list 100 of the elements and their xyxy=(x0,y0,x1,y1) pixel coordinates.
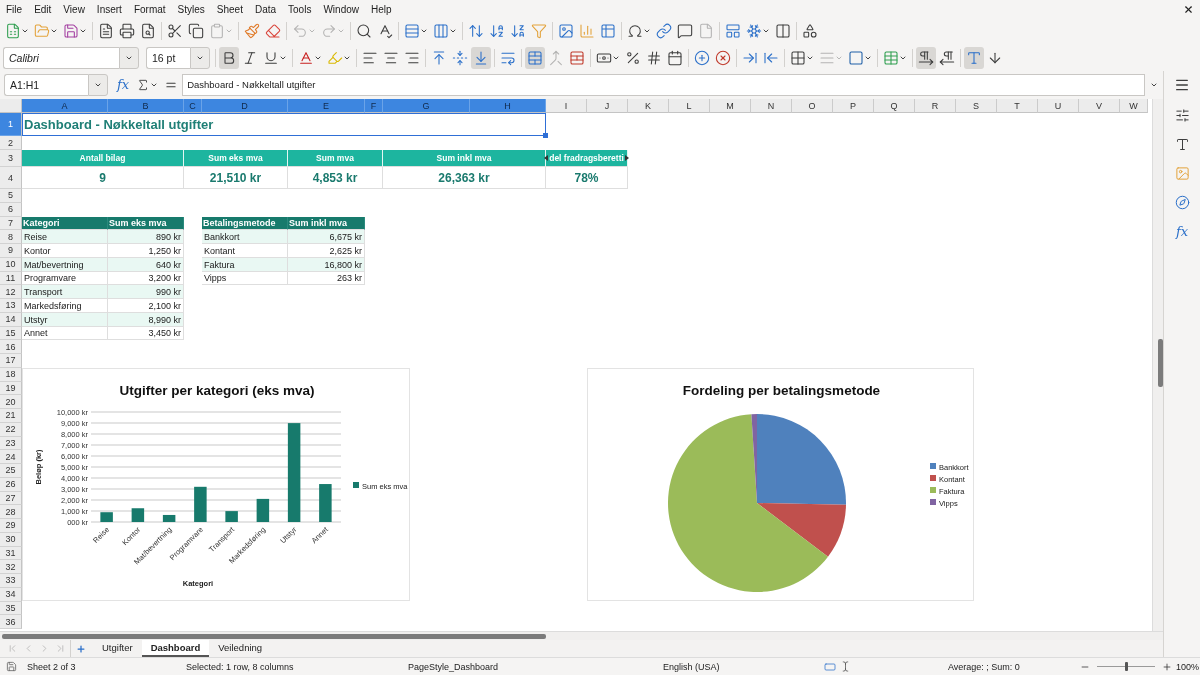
column-header[interactable]: F xyxy=(365,99,383,113)
text-direction-button[interactable] xyxy=(964,46,984,69)
functions-button[interactable]: fx xyxy=(1173,221,1191,241)
shapes-icon xyxy=(802,23,818,39)
selection-handle[interactable] xyxy=(543,133,548,138)
highlighter-icon xyxy=(327,49,343,66)
row-header[interactable]: 4 xyxy=(0,167,22,189)
column-header[interactable]: N xyxy=(751,99,792,113)
column-header[interactable]: T xyxy=(997,99,1038,113)
caret-icon xyxy=(225,27,233,35)
menu-item[interactable]: Styles xyxy=(171,0,211,18)
column-header[interactable]: C xyxy=(184,99,202,113)
table-cell: 6,675 kr xyxy=(288,230,365,244)
table-header-cell: Sum eks mva xyxy=(108,216,184,231)
menu-item[interactable]: Edit xyxy=(28,0,58,18)
column-header[interactable]: E xyxy=(288,99,365,113)
column-header[interactable]: W xyxy=(1120,99,1148,113)
row-header[interactable]: 3 xyxy=(0,150,22,167)
column-header[interactable]: P xyxy=(833,99,874,113)
menu-item[interactable]: Sheet xyxy=(210,0,249,18)
row-header[interactable]: 13 xyxy=(0,299,22,313)
column-header[interactable]: A xyxy=(22,99,108,113)
column-header[interactable]: S xyxy=(956,99,997,113)
merge-center-button[interactable] xyxy=(525,46,545,69)
column-header[interactable]: I xyxy=(546,99,587,113)
vertical-scrollbar[interactable] xyxy=(1152,99,1163,631)
menu-item[interactable]: Insert xyxy=(90,0,128,18)
column-header[interactable]: L xyxy=(669,99,710,113)
column-header[interactable]: Q xyxy=(874,99,915,113)
row-header[interactable]: 8 xyxy=(0,230,22,244)
language[interactable]: English (USA) xyxy=(663,661,720,672)
column-header[interactable]: J xyxy=(587,99,628,113)
menu-item[interactable]: Format xyxy=(127,0,172,18)
horizontal-scrollbar[interactable] xyxy=(0,631,1163,640)
row-header[interactable]: 28 xyxy=(0,505,22,519)
font-size-field[interactable]: 16 pt xyxy=(146,46,190,69)
bold-icon xyxy=(221,49,237,66)
table-cell: Markedsføring xyxy=(22,299,108,313)
kpi-label: Sum mva xyxy=(316,153,354,163)
menu-item[interactable]: Data xyxy=(248,0,283,18)
function-wizard-button[interactable]: fx xyxy=(114,73,133,96)
close-icon xyxy=(1183,3,1194,15)
column-header[interactable]: H xyxy=(470,99,546,113)
grid-icon xyxy=(790,49,806,66)
pilcrow-right-icon xyxy=(918,49,934,66)
scrollbar-thumb[interactable] xyxy=(1158,339,1163,387)
column-header[interactable]: V xyxy=(1079,99,1120,113)
menu-icon xyxy=(1174,77,1190,93)
row-header[interactable]: 2 xyxy=(0,136,22,150)
column-header[interactable]: U xyxy=(1038,99,1079,113)
menu-item[interactable]: Window xyxy=(317,0,365,18)
formula-input[interactable]: Dashboard - Nøkkeltall utgifter xyxy=(182,73,1145,96)
save-icon xyxy=(63,23,79,39)
row-header[interactable]: 16 xyxy=(0,340,22,354)
column-header[interactable]: R xyxy=(915,99,956,113)
row-header[interactable]: 25 xyxy=(0,464,22,478)
sheet-tab[interactable]: Utgifter xyxy=(93,640,142,657)
column-header[interactable]: B xyxy=(108,99,184,113)
row-header[interactable]: 29 xyxy=(0,519,22,533)
menu-item[interactable]: View xyxy=(57,0,91,18)
column-header[interactable]: D xyxy=(202,99,288,113)
slider-thumb[interactable] xyxy=(1124,662,1128,671)
row-header[interactable]: 20 xyxy=(0,395,22,409)
name-box[interactable]: A1:H1 xyxy=(4,73,88,96)
row-header[interactable]: 36 xyxy=(0,615,22,629)
compass-icon xyxy=(1174,194,1190,210)
row-header[interactable]: 17 xyxy=(0,354,22,368)
document-icon xyxy=(98,23,114,39)
columns-icon xyxy=(433,23,449,39)
column-header[interactable]: M xyxy=(710,99,751,113)
panel-icon xyxy=(725,23,741,39)
row-header[interactable]: 12 xyxy=(0,285,22,299)
row-header[interactable]: 21 xyxy=(0,409,22,423)
page-style[interactable]: PageStyle_Dashboard xyxy=(408,661,499,672)
arrow-down-to-line-icon xyxy=(473,49,489,66)
caret-icon xyxy=(308,27,316,35)
row-header[interactable]: 1 xyxy=(0,113,22,136)
zoom-level[interactable]: 100% xyxy=(1176,661,1200,672)
table-header-cell: Betalingsmetode xyxy=(202,216,288,231)
left-triangle-icon xyxy=(544,155,549,161)
row-header[interactable]: 33 xyxy=(0,574,22,588)
text-icon xyxy=(1174,136,1190,152)
scrollbar-thumb[interactable] xyxy=(2,634,546,639)
row-header[interactable]: 32 xyxy=(0,560,22,574)
row-header[interactable]: 9 xyxy=(0,244,22,258)
bar xyxy=(162,514,176,522)
column-header[interactable]: K xyxy=(628,99,669,113)
menu-item[interactable]: Tools xyxy=(282,0,318,18)
align-bottom-button[interactable] xyxy=(471,46,491,69)
column-header[interactable]: O xyxy=(792,99,833,113)
font-name-field[interactable]: Calibri xyxy=(3,46,119,69)
bold-button[interactable] xyxy=(219,46,239,69)
sheet-tab[interactable]: Dashboard xyxy=(141,640,210,657)
left-to-right-button[interactable] xyxy=(916,46,936,69)
row-header[interactable]: 5 xyxy=(0,189,22,203)
menu-item[interactable]: Help xyxy=(365,0,398,18)
sheet-tab[interactable]: Veiledning xyxy=(209,640,272,657)
column-header[interactable]: G xyxy=(383,99,470,113)
menu-item[interactable]: File xyxy=(0,0,29,18)
row-header[interactable]: 24 xyxy=(0,450,22,464)
